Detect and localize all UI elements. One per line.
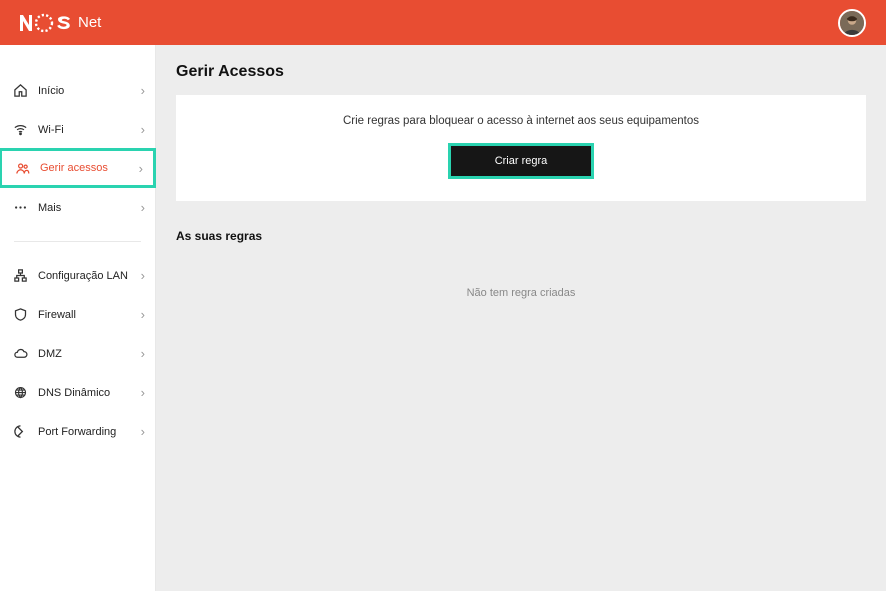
sidebar-item-label: Port Forwarding [38,426,141,438]
create-rule-button[interactable]: Criar regra [451,146,592,176]
chevron-right-icon: › [141,424,145,439]
sidebar-item-label: Gerir acessos [40,162,139,174]
home-icon [12,83,28,99]
sidebar-item-dmz[interactable]: DMZ › [0,334,155,373]
brand-product: Net [78,14,101,31]
empty-state-text: Não tem regra criadas [176,287,866,299]
chevron-right-icon: › [139,161,143,176]
main-content: Gerir Acessos Crie regras para bloquear … [156,45,886,591]
chevron-right-icon: › [141,122,145,137]
shield-icon [12,307,28,323]
user-avatar[interactable] [838,9,866,37]
lan-icon [12,268,28,284]
sidebar-item-label: Configuração LAN [38,270,141,282]
sidebar-item-firewall[interactable]: Firewall › [0,295,155,334]
chevron-right-icon: › [141,346,145,361]
brand-logo: Net [20,13,101,33]
nos-logo-icon [20,13,72,33]
sidebar-item-label: Início [38,85,141,97]
sidebar-item-gerir-acessos[interactable]: Gerir acessos › [0,148,156,188]
more-icon [12,200,28,216]
chevron-right-icon: › [141,200,145,215]
forward-icon [12,424,28,440]
sidebar-item-config-lan[interactable]: Configuração LAN › [0,256,155,295]
create-rule-card: Crie regras para bloquear o acesso à int… [176,95,866,201]
app-header: Net [0,0,886,45]
page-title: Gerir Acessos [176,63,866,81]
card-description: Crie regras para bloquear o acesso à int… [196,115,846,127]
app-shell: Início › Wi-Fi › Gerir acessos › Mais › [0,45,886,591]
sidebar-item-label: Firewall [38,309,141,321]
sidebar-item-label: Mais [38,202,141,214]
cloud-icon [12,346,28,362]
sidebar-item-inicio[interactable]: Início › [0,71,155,110]
rules-section-title: As suas regras [176,229,866,243]
sidebar-item-mais[interactable]: Mais › [0,188,155,227]
sidebar-item-port-forwarding[interactable]: Port Forwarding › [0,412,155,451]
chevron-right-icon: › [141,268,145,283]
sidebar-divider [14,241,141,242]
sidebar-item-label: Wi-Fi [38,124,141,136]
globe-icon [12,385,28,401]
chevron-right-icon: › [141,385,145,400]
wifi-icon [12,122,28,138]
create-button-highlight: Criar regra [448,143,595,179]
chevron-right-icon: › [141,307,145,322]
sidebar-item-label: DMZ [38,348,141,360]
sidebar-item-label: DNS Dinâmico [38,387,141,399]
sidebar-item-wifi[interactable]: Wi-Fi › [0,110,155,149]
users-icon [14,160,30,176]
chevron-right-icon: › [141,83,145,98]
sidebar-item-dns[interactable]: DNS Dinâmico › [0,373,155,412]
sidebar: Início › Wi-Fi › Gerir acessos › Mais › [0,45,156,591]
